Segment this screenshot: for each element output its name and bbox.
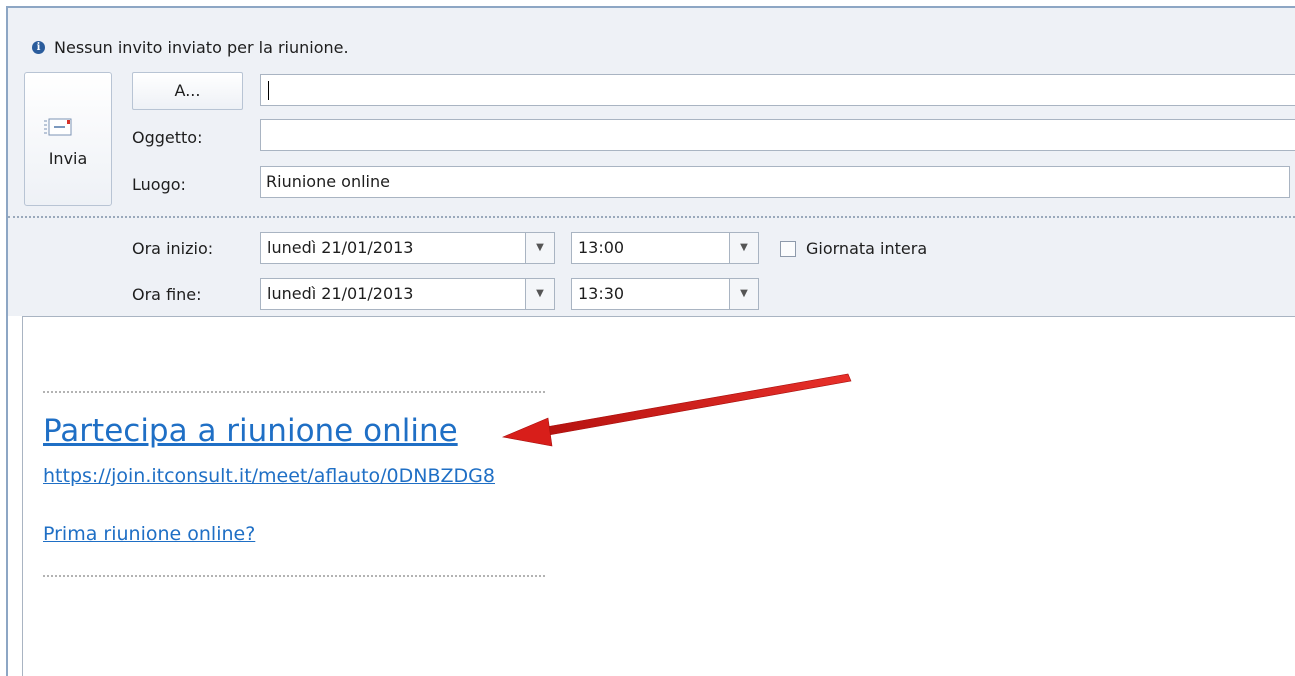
meeting-url-link[interactable]: https://join.itconsult.it/meet/aflauto/0… <box>43 465 495 487</box>
all-day-checkbox[interactable]: Giornata intera <box>780 239 927 258</box>
meeting-header: i Nessun invito inviato per la riunione.… <box>8 8 1295 316</box>
join-meeting-link[interactable]: Partecipa a riunione online <box>43 413 458 449</box>
subject-label: Oggetto: <box>132 128 203 147</box>
to-button[interactable]: A... <box>132 72 243 110</box>
text-caret <box>268 81 269 100</box>
chevron-down-icon[interactable]: ▼ <box>525 279 554 309</box>
location-input[interactable]: Riunione online <box>260 166 1290 198</box>
info-text: Nessun invito inviato per la riunione. <box>54 38 349 57</box>
chevron-down-icon[interactable]: ▼ <box>729 279 758 309</box>
start-date-picker[interactable]: lunedì 21/01/2013 ▼ <box>260 232 555 264</box>
info-bar: i Nessun invito inviato per la riunione. <box>32 38 349 57</box>
end-time-label: Ora fine: <box>132 285 202 304</box>
all-day-label: Giornata intera <box>806 239 928 258</box>
end-date-picker[interactable]: lunedì 21/01/2013 ▼ <box>260 278 555 310</box>
end-time-picker[interactable]: 13:30 ▼ <box>571 278 759 310</box>
start-time-value: 13:00 <box>578 238 625 257</box>
subject-input[interactable] <box>260 119 1295 151</box>
end-time-value: 13:30 <box>578 284 625 303</box>
start-time-picker[interactable]: 13:00 ▼ <box>571 232 759 264</box>
checkbox-icon[interactable] <box>780 240 796 257</box>
first-meeting-link[interactable]: Prima riunione online? <box>43 523 255 545</box>
body-separator-top <box>43 391 545 393</box>
send-button[interactable]: Invia <box>24 72 112 206</box>
start-date-value: lunedì 21/01/2013 <box>267 238 414 257</box>
info-icon: i <box>32 41 45 54</box>
chevron-down-icon[interactable]: ▼ <box>729 233 758 263</box>
end-date-value: lunedì 21/01/2013 <box>267 284 414 303</box>
envelope-send-icon <box>44 118 72 136</box>
body-separator-bottom <box>43 575 545 577</box>
to-input[interactable] <box>260 74 1295 106</box>
chevron-down-icon[interactable]: ▼ <box>525 233 554 263</box>
meeting-window: i Nessun invito inviato per la riunione.… <box>6 6 1295 676</box>
location-label: Luogo: <box>132 175 186 194</box>
send-label: Invia <box>48 149 88 168</box>
start-time-label: Ora inizio: <box>132 239 214 258</box>
message-body[interactable]: Partecipa a riunione online https://join… <box>22 316 1295 676</box>
header-separator <box>8 216 1295 218</box>
